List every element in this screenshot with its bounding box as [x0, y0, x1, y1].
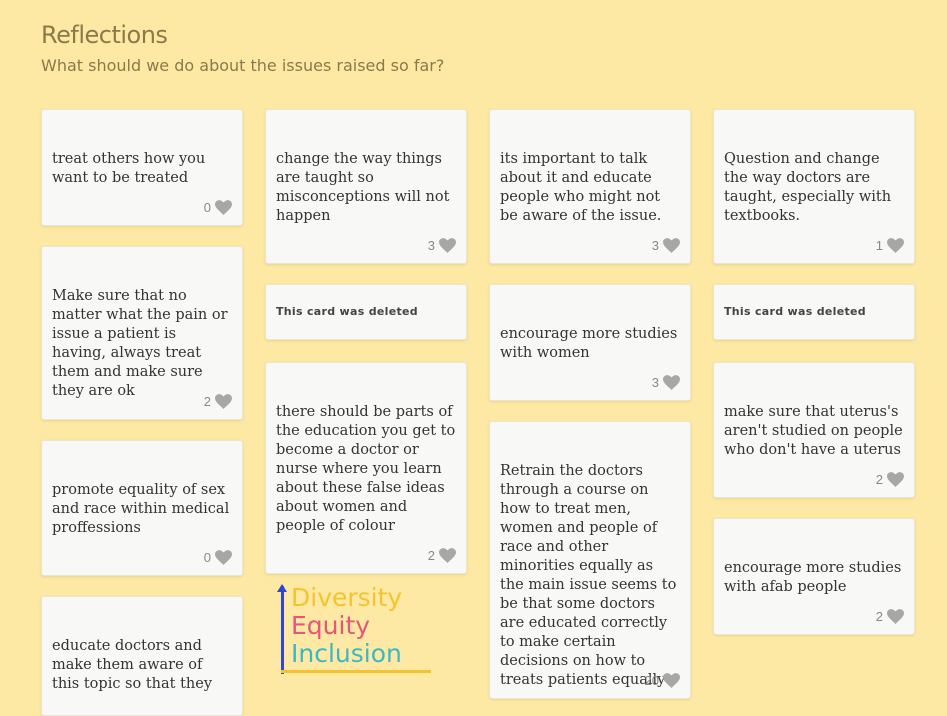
- logo-baseline: [281, 670, 431, 673]
- heart-icon: [887, 609, 904, 624]
- like-button[interactable]: 1: [876, 238, 904, 253]
- heart-icon: [887, 472, 904, 487]
- card-text: its important to talk about it and educa…: [500, 151, 662, 224]
- like-count: 2: [427, 548, 435, 563]
- heart-icon: [887, 238, 904, 253]
- like-count: 1: [875, 238, 883, 253]
- page-title: Reflections: [41, 21, 168, 49]
- card-text: educate doctors and make them aware of t…: [52, 638, 213, 692]
- logo-word-inclusion: Inclusion: [291, 639, 402, 668]
- post-card[interactable]: treat others how you want to be treated …: [41, 109, 243, 226]
- post-card[interactable]: make sure that uterus's aren't studied o…: [713, 362, 915, 498]
- card-text: make sure that uterus's aren't studied o…: [724, 404, 903, 458]
- deleted-card: This card was deleted: [265, 284, 467, 340]
- like-count: 3: [651, 238, 659, 253]
- like-count: 3: [427, 238, 435, 253]
- like-count: 2: [875, 609, 883, 624]
- like-count: 3: [651, 375, 659, 390]
- like-button[interactable]: 3: [652, 238, 680, 253]
- dei-logo: Diversity Equity Inclusion: [277, 583, 441, 676]
- like-button[interactable]: 3: [652, 375, 680, 390]
- post-card[interactable]: change the way things are taught so misc…: [265, 109, 467, 264]
- post-card[interactable]: Question and change the way doctors are …: [713, 109, 915, 264]
- like-count: 0: [203, 550, 211, 565]
- card-text: Make sure that no matter what the pain o…: [52, 288, 228, 399]
- card-text: change the way things are taught so misc…: [276, 151, 450, 224]
- heart-icon: [215, 200, 232, 215]
- like-button[interactable]: 0: [204, 200, 232, 215]
- like-button[interactable]: 2: [876, 472, 904, 487]
- like-count: 2: [203, 394, 211, 409]
- like-button[interactable]: 0: [204, 550, 232, 565]
- heart-icon: [663, 375, 680, 390]
- heart-icon: [215, 394, 232, 409]
- page-header: Reflections What should we do about the …: [41, 18, 444, 78]
- post-card[interactable]: Make sure that no matter what the pain o…: [41, 246, 243, 420]
- page-subtitle: What should we do about the issues raise…: [41, 56, 445, 75]
- like-button[interactable]: 2: [428, 548, 456, 563]
- card-text: encourage more studies with women: [500, 326, 678, 361]
- card-text: promote equality of sex and race within …: [52, 482, 230, 536]
- card-text: encourage more studies with afab people: [724, 560, 902, 595]
- heart-icon: [215, 550, 232, 565]
- like-button[interactable]: 2: [204, 394, 232, 409]
- post-card[interactable]: encourage more studies with women 3: [489, 284, 691, 401]
- post-card[interactable]: there should be parts of the education y…: [265, 362, 467, 574]
- logo-word-diversity: Diversity: [291, 583, 403, 612]
- like-count: 2: [875, 472, 883, 487]
- post-card[interactable]: Retrain the doctors through a course on …: [489, 421, 691, 699]
- like-button[interactable]: 2: [876, 609, 904, 624]
- like-button[interactable]: 3: [428, 238, 456, 253]
- post-card[interactable]: its important to talk about it and educa…: [489, 109, 691, 264]
- heart-icon: [439, 548, 456, 563]
- card-text: Question and change the way doctors are …: [724, 151, 892, 224]
- post-card[interactable]: encourage more studies with afab people …: [713, 518, 915, 635]
- card-text: Retrain the doctors through a course on …: [500, 463, 677, 688]
- like-count: 0: [203, 200, 211, 215]
- card-text: there should be parts of the education y…: [276, 404, 456, 534]
- logo-word-equity: Equity: [291, 611, 371, 640]
- heart-icon: [439, 238, 456, 253]
- heart-icon: [663, 238, 680, 253]
- logo-axis: [281, 586, 284, 674]
- deleted-card: This card was deleted: [713, 284, 915, 340]
- post-card[interactable]: promote equality of sex and race within …: [41, 440, 243, 576]
- post-card[interactable]: educate doctors and make them aware of t…: [41, 596, 243, 716]
- card-text: treat others how you want to be treated: [52, 151, 206, 186]
